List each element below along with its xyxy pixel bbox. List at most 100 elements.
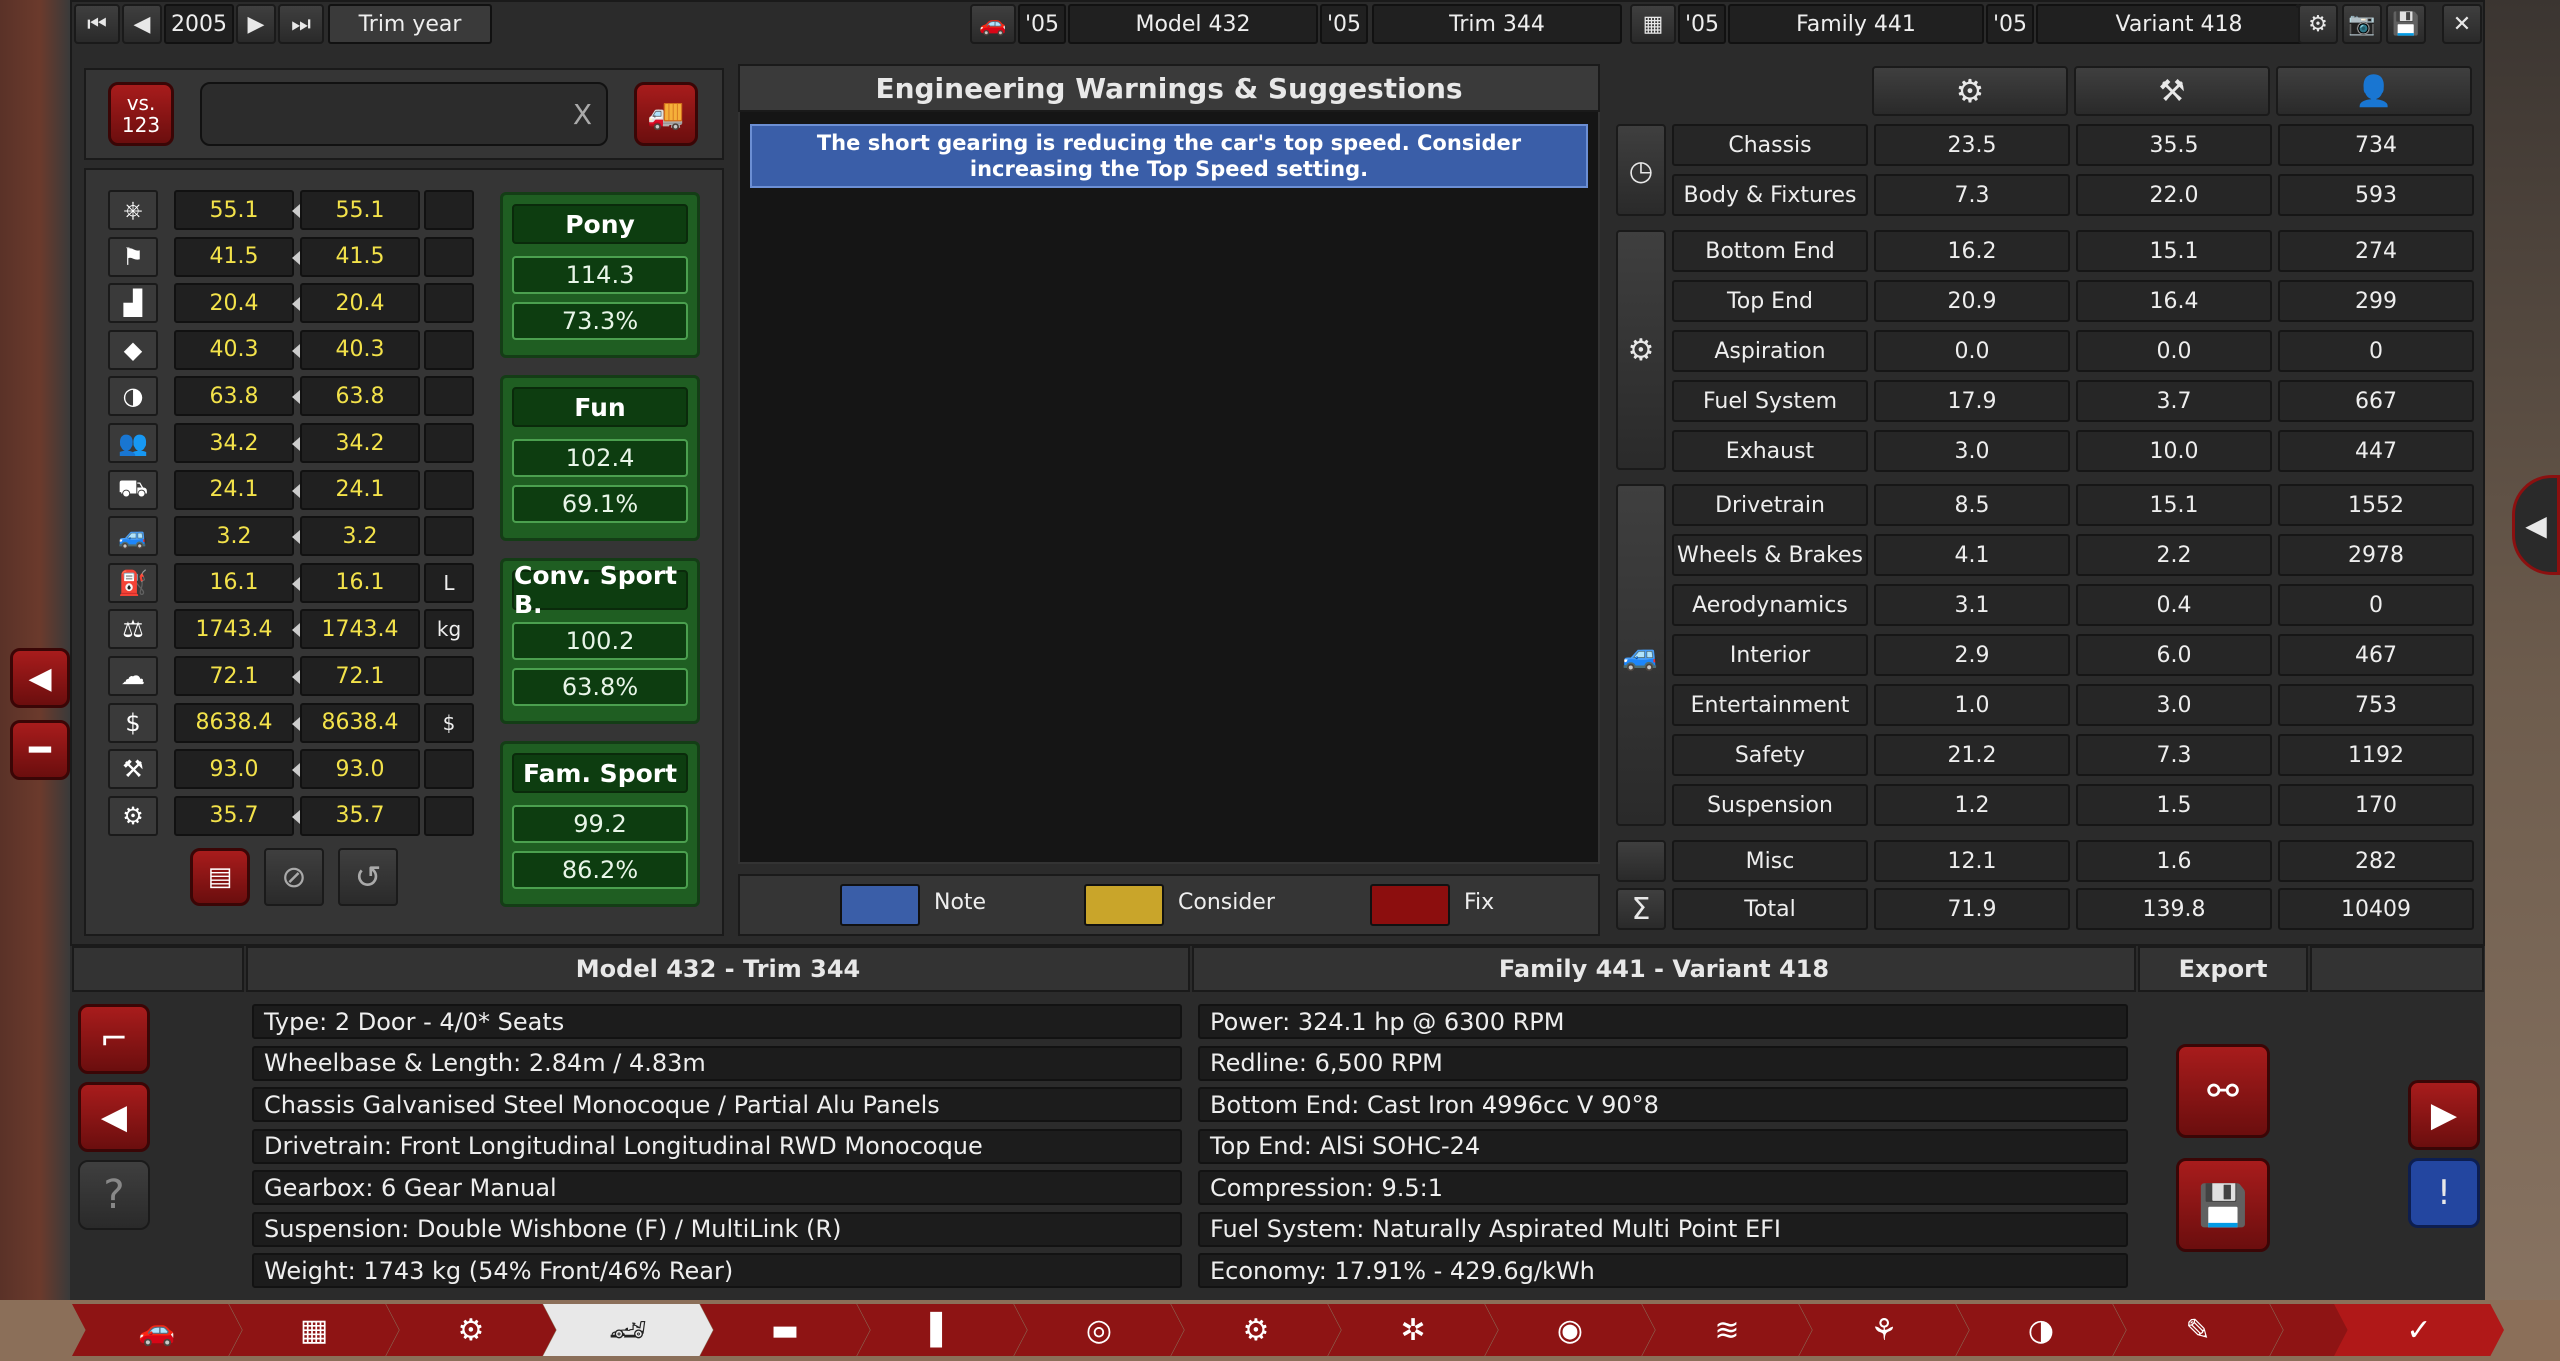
breakdown-production-value: 0.4 — [2076, 584, 2272, 626]
close-icon[interactable]: ✕ — [2442, 4, 2482, 44]
breakdown-production-value: 3.0 — [2076, 684, 2272, 726]
breakdown-row-label: Body & Fixtures — [1672, 174, 1868, 216]
breakdown-row-label: Chassis — [1672, 124, 1868, 166]
tab-tuning-icon[interactable]: ✎ — [2113, 1304, 2283, 1356]
stat-current-value: 8638.4 — [174, 702, 294, 743]
breakdown-production-value: 139.8 — [2076, 888, 2272, 930]
summary-left-line: Chassis Galvanised Steel Monocoque / Par… — [252, 1087, 1182, 1122]
stat-unit — [424, 795, 474, 836]
tab-brake-icon[interactable]: ◉ — [1485, 1304, 1655, 1356]
tab-engine-parts-icon[interactable]: ⚙ — [386, 1304, 556, 1356]
next-year-button[interactable]: ▶ — [236, 4, 276, 44]
share-icon[interactable]: ⚯ — [2176, 1044, 2270, 1138]
year-field[interactable]: 2005 — [164, 4, 234, 44]
breakdown-production-value: 15.1 — [2076, 484, 2272, 526]
compare-search-input[interactable]: X — [200, 82, 608, 146]
export-save-icon[interactable]: 💾 — [2176, 1158, 2270, 1252]
stat-compare-value: 20.4 — [300, 283, 420, 324]
background-wall — [2485, 0, 2560, 1361]
tab-car-icon[interactable]: 🚗 — [72, 1304, 242, 1356]
summary-left-line: Wheelbase & Length: 2.84m / 4.83m — [252, 1045, 1182, 1081]
tab-safety-icon[interactable]: ◑ — [1956, 1304, 2126, 1356]
breakdown-engineering-value: 1.0 — [1874, 684, 2070, 726]
stat-unit — [424, 469, 474, 510]
breakdown-cost-value: 299 — [2278, 280, 2474, 322]
alert-info-icon[interactable]: ! — [2408, 1158, 2480, 1228]
minus-button[interactable]: ━ — [10, 720, 70, 780]
tab-fixtures-icon[interactable]: ▌ — [857, 1304, 1027, 1356]
engineering-gear-icon[interactable]: ⚙ — [1872, 66, 2068, 116]
stat-current-value: 34.2 — [174, 423, 294, 463]
tab-engine-icon[interactable]: ▦ — [229, 1304, 399, 1356]
weight-icon: ⚖ — [108, 609, 158, 650]
notes-button[interactable]: ▤ — [190, 848, 250, 906]
compare-arrow-icon — [292, 390, 300, 405]
warning-item[interactable]: The short gearing is reducing the car's … — [750, 124, 1588, 188]
vs-number: 123 — [121, 113, 161, 137]
breakdown-cost-value: 753 — [2278, 684, 2474, 726]
left-arrow-button[interactable]: ◀ — [10, 648, 70, 708]
breakdown-row-label: Fuel System — [1672, 380, 1868, 422]
tab-gear-icon[interactable]: ⚙ — [1171, 1304, 1341, 1356]
undo-icon[interactable]: ↺ — [338, 848, 398, 906]
help-icon[interactable]: ? — [78, 1160, 150, 1230]
engine-icon[interactable]: ▦ — [1630, 4, 1676, 44]
anvil-icon[interactable]: ⚒ — [2074, 66, 2270, 116]
versus-button[interactable]: vs. 123 — [108, 82, 174, 146]
car-select-button[interactable]: 🚚 — [634, 82, 698, 146]
compare-arrow-icon — [292, 763, 300, 778]
breakdown-cost-value: 274 — [2278, 230, 2474, 272]
stat-unit — [424, 516, 474, 557]
breakdown-cost-value: 282 — [2278, 840, 2474, 882]
stat-current-value: 16.1 — [174, 562, 294, 603]
cancel-circle-icon[interactable]: ⊘ — [264, 848, 324, 906]
trim-name[interactable]: Trim 344 — [1372, 4, 1622, 44]
clear-icon[interactable]: X — [573, 98, 592, 131]
compare-arrow-icon — [292, 250, 300, 265]
stat-unit: kg — [424, 609, 474, 650]
market-score: 99.2 — [512, 805, 688, 843]
settings-gear-icon[interactable]: ⚙ — [2298, 4, 2338, 44]
summary-right-line: Economy: 17.91% - 429.6g/kWh — [1198, 1253, 2128, 1288]
first-year-button[interactable]: ⏮ — [74, 4, 120, 44]
breakdown-cost-value: 0 — [2278, 330, 2474, 372]
stat-unit — [424, 376, 474, 417]
variant-name[interactable]: Variant 418 — [2036, 4, 2322, 44]
graph-icon[interactable]: ⌐ — [78, 1004, 150, 1074]
cost-person-icon[interactable]: 👤 — [2276, 66, 2472, 116]
breakdown-engineering-value: 4.1 — [1874, 534, 2070, 576]
breakdown-engineering-value: 21.2 — [1874, 734, 2070, 776]
model-name[interactable]: Model 432 — [1068, 4, 1318, 44]
stat-current-value: 24.1 — [174, 469, 294, 510]
last-year-button[interactable]: ⏭ — [278, 4, 324, 44]
tab-interior-icon[interactable]: ▬ — [700, 1304, 870, 1356]
market-percent: 73.3% — [512, 302, 688, 340]
camera-icon[interactable]: 📷 — [2342, 4, 2382, 44]
breakdown-cost-value: 467 — [2278, 634, 2474, 676]
family-name[interactable]: Family 441 — [1728, 4, 1984, 44]
stat-unit: L — [424, 562, 474, 603]
stat-compare-value: 34.2 — [300, 423, 420, 463]
export-title: Export — [2138, 946, 2308, 992]
summary-blank-header — [2310, 946, 2484, 992]
breakdown-production-value: 7.3 — [2076, 734, 2272, 776]
stat-compare-value: 72.1 — [300, 656, 420, 696]
save-disk-icon[interactable]: 💾 — [2386, 4, 2426, 44]
car-model-icon[interactable]: 🚗 — [970, 4, 1016, 44]
stat-compare-value: 41.5 — [300, 236, 420, 277]
forward-button[interactable]: ▶ — [2408, 1080, 2480, 1150]
legend-label: Note — [934, 890, 987, 915]
breakdown-cost-value: 593 — [2278, 174, 2474, 216]
prev-year-button[interactable]: ◀ — [122, 4, 162, 44]
tab-finish-check-icon[interactable]: ✓ — [2334, 1304, 2504, 1356]
tab-body-icon[interactable]: 🏎 — [543, 1304, 713, 1356]
back-button[interactable]: ◀ — [78, 1082, 150, 1152]
car-group-icon: 🚙 — [1616, 484, 1666, 826]
breakdown-engineering-value: 7.3 — [1874, 174, 2070, 216]
tab-wheel-icon[interactable]: ✲ — [1328, 1304, 1498, 1356]
stat-unit — [424, 329, 474, 370]
tab-suspension-icon[interactable]: ⚘ — [1799, 1304, 1969, 1356]
tab-lights-icon[interactable]: ◎ — [1014, 1304, 1184, 1356]
compare-arrow-icon — [292, 809, 300, 824]
tab-aero-icon[interactable]: ≋ — [1642, 1304, 1812, 1356]
